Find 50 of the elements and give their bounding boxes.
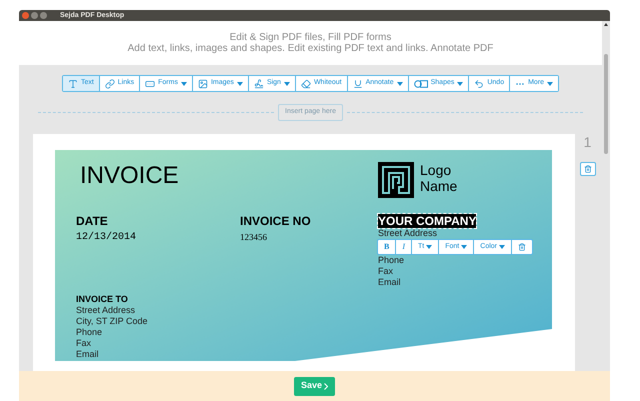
chevron-right-icon: [324, 382, 328, 390]
format-button[interactable]: I: [396, 240, 412, 254]
company-detail: Email: [378, 277, 402, 288]
form-icon: [145, 78, 156, 88]
header-text: Edit & Sign PDF files, Fill PDF forms: [230, 32, 392, 43]
date-label: DATE: [76, 214, 109, 228]
caret-icon: [236, 82, 243, 86]
trash-icon: [518, 243, 526, 251]
image-icon: [198, 78, 208, 88]
shapes-icon: [414, 80, 428, 88]
logo-text: Name: [420, 178, 458, 194]
text-icon: [68, 78, 78, 88]
date-value: 12/13/2014: [76, 230, 138, 245]
company-detail: Street Address: [378, 228, 438, 239]
maze-logo-icon: [378, 162, 414, 198]
link-icon: [104, 78, 115, 88]
logo-text: Logo: [420, 162, 452, 178]
page-number: 1: [584, 134, 592, 150]
minimize-button[interactable]: [31, 12, 38, 19]
caret-icon: [284, 82, 290, 86]
recipient-detail: Street Address: [76, 305, 136, 316]
invoice-number-label: INVOICE NO: [240, 214, 312, 228]
company-detail: Fax: [378, 266, 394, 277]
caret-icon: [547, 82, 554, 86]
signature-icon: [254, 78, 264, 88]
invoice-to-label: INVOICE TO: [76, 294, 129, 305]
recipient-detail: Phone: [76, 327, 104, 338]
underline-icon: [352, 78, 363, 88]
close-button[interactable]: [22, 12, 29, 19]
undo-icon: [474, 78, 484, 88]
caret-icon: [499, 245, 505, 249]
company-detail: Phone: [378, 255, 406, 266]
recipient-detail: Fax: [76, 338, 92, 349]
invoice-number: 123456: [240, 231, 268, 244]
caret-icon: [180, 82, 187, 86]
format-button[interactable]: B: [378, 240, 396, 254]
eraser-icon: [300, 78, 311, 88]
trash-icon: [584, 165, 592, 173]
invoice-title: INVOICE: [79, 162, 180, 191]
caret-icon: [396, 82, 403, 86]
maximize-button[interactable]: [40, 12, 47, 19]
scroll-up-icon[interactable]: [604, 23, 608, 26]
recipient-detail: Email: [76, 349, 100, 360]
header-text: Add text, links, images and shapes. Edit existing PDF text and links. Annotate PDF: [128, 43, 494, 54]
caret-icon: [457, 82, 464, 86]
caret-icon: [426, 245, 432, 249]
caret-icon: [461, 245, 468, 249]
recipient-detail: City, ST ZIP Code: [76, 316, 149, 327]
delete-page-button[interactable]: [580, 162, 596, 176]
save-button[interactable]: Save: [294, 376, 336, 396]
